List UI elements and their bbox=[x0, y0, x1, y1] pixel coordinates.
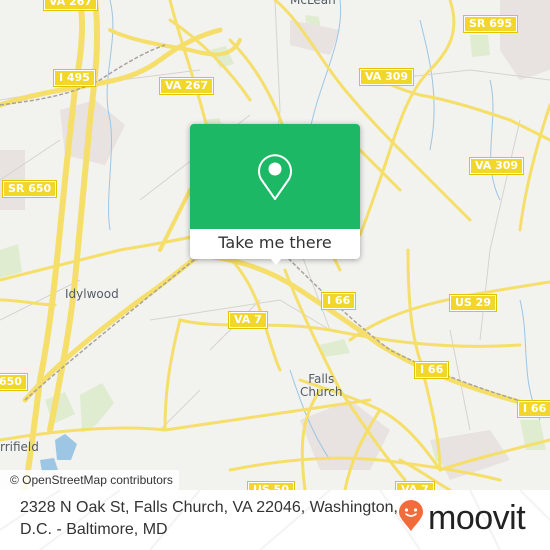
popup-pointer bbox=[269, 257, 283, 265]
road-shield-va267: VA 267 bbox=[42, 0, 99, 11]
address-text: 2328 N Oak St, Falls Church, VA 22046, W… bbox=[20, 499, 398, 538]
location-popup: Take me there bbox=[190, 124, 360, 265]
road-shield-us50: US 50 bbox=[247, 481, 295, 490]
moovit-wordmark: moovit bbox=[428, 499, 526, 537]
road-shield-us29: US 29 bbox=[449, 294, 497, 312]
place-label-merrifield: rrifield bbox=[0, 440, 39, 454]
popup-header bbox=[190, 124, 360, 229]
road-shield-va309: VA 309 bbox=[358, 68, 415, 86]
road-shield-va309: VA 309 bbox=[468, 157, 525, 175]
place-label-falls-church: Falls Church bbox=[300, 372, 343, 399]
take-me-there-button[interactable]: Take me there bbox=[190, 229, 360, 259]
place-label-mclean: McLean bbox=[290, 0, 336, 7]
footer: 2328 N Oak St, Falls Church, VA 22046, W… bbox=[0, 490, 550, 550]
road-shield-va7: VA 7 bbox=[228, 311, 268, 329]
moovit-logo[interactable]: moovit bbox=[398, 499, 526, 537]
road-shield-650: 650 bbox=[0, 373, 28, 391]
moovit-pin-icon bbox=[398, 500, 424, 536]
place-label-idylwood: Idylwood bbox=[65, 287, 119, 301]
map-attribution[interactable]: © OpenStreetMap contributors bbox=[0, 470, 179, 490]
road-shield-va7: VA 7 bbox=[395, 481, 435, 490]
road-shield-i66: I 66 bbox=[413, 361, 450, 379]
road-shield-va267: VA 267 bbox=[158, 77, 215, 95]
map-pin-icon bbox=[254, 152, 296, 208]
road-shield-sr695: SR 695 bbox=[462, 15, 519, 33]
map[interactable]: McLean Idylwood Falls Church rrifield VA… bbox=[0, 0, 550, 490]
road-shield-sr650: SR 650 bbox=[1, 180, 58, 198]
road-shield-i66: I 66 bbox=[516, 400, 550, 418]
road-shield-i66: I 66 bbox=[320, 292, 357, 310]
road-shield-i495: I 495 bbox=[53, 69, 96, 87]
